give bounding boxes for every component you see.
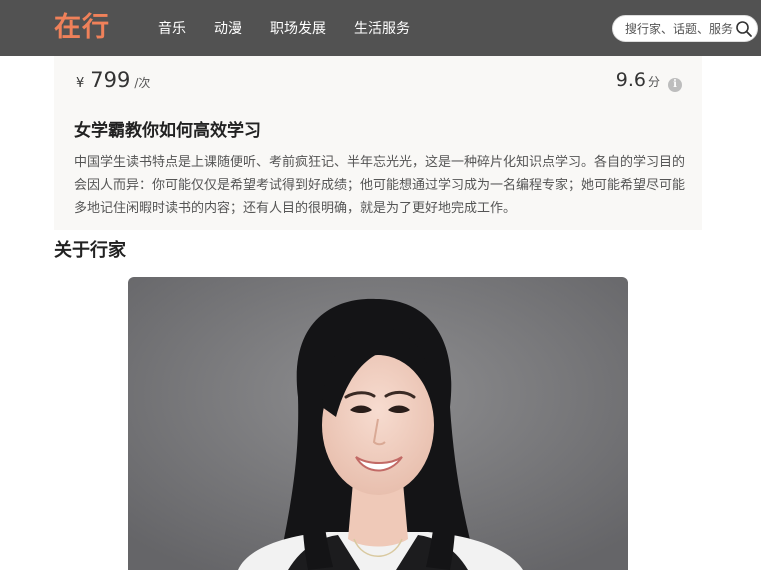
currency-symbol: ¥ [76,76,85,91]
rating-score: 9.6 [615,69,646,91]
search-icon[interactable] [735,20,753,38]
top-navigation-bar: 在行 音乐 动漫 职场发展 生活服务 [0,0,761,56]
nav-item-career[interactable]: 职场发展 [270,19,326,39]
course-title: 女学霸教你如何高效学习 [74,121,261,141]
site-logo[interactable]: 在行 [54,10,110,46]
info-icon[interactable]: i [668,78,682,92]
expert-photo [128,277,628,570]
search-input[interactable] [625,20,735,38]
nav-item-anime[interactable]: 动漫 [214,19,242,39]
nav-item-life-services[interactable]: 生活服务 [354,19,410,39]
price-unit: /次 [134,76,151,90]
main-nav: 音乐 动漫 职场发展 生活服务 [158,19,410,39]
nav-item-music[interactable]: 音乐 [158,19,186,39]
price-value: 799 [90,68,131,92]
price-row: ¥ 799 /次 [76,68,150,92]
rating: 9.6 分 i [615,69,682,92]
search-box[interactable] [612,15,758,42]
about-expert-heading: 关于行家 [54,240,126,261]
course-description: 中国学生读书特点是上课随便听、考前疯狂记、半年忘光光，这是一种碎片化知识点学习。… [74,155,686,216]
rating-unit: 分 [647,75,660,89]
course-card: ¥ 799 /次 9.6 分 i 女学霸教你如何高效学习 中国学生读书特点是上课… [54,56,702,230]
portrait-image [128,277,628,570]
